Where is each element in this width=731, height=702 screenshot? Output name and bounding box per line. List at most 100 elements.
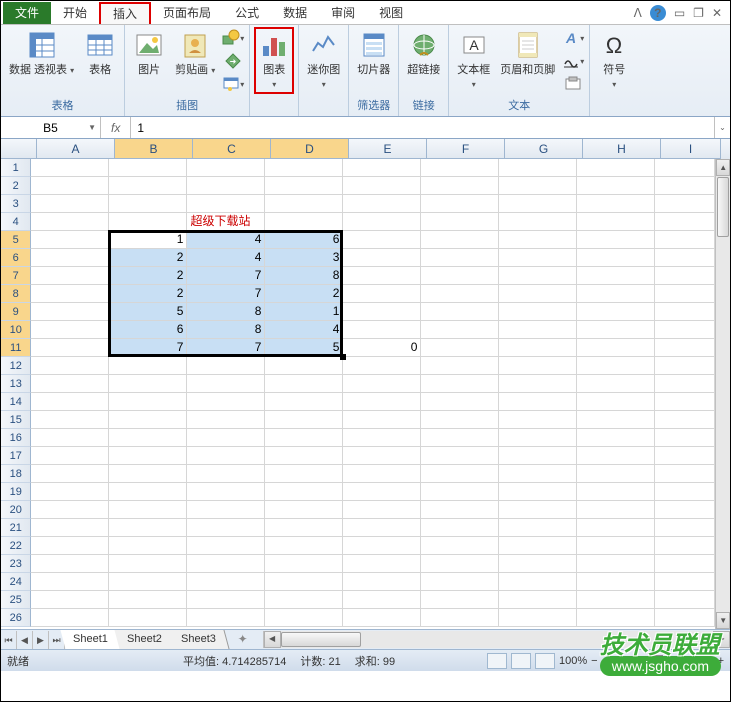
cell-G18[interactable] [499,465,577,483]
cell-G11[interactable] [499,339,577,357]
cell-A12[interactable] [31,357,109,375]
row-header-13[interactable]: 13 [1,375,31,393]
cell-I20[interactable] [655,501,715,519]
picture-button[interactable]: 图片 [129,27,169,79]
cell-C16[interactable] [187,429,265,447]
cell-B22[interactable] [109,537,187,555]
row-header-5[interactable]: 5 [1,231,31,249]
cell-F8[interactable] [421,285,499,303]
signature-button[interactable]: ▾ [561,50,585,72]
cell-C17[interactable] [187,447,265,465]
view-page-break-button[interactable] [535,653,555,669]
cell-F20[interactable] [421,501,499,519]
cell-H3[interactable] [577,195,655,213]
cell-D26[interactable] [265,609,343,627]
cell-E7[interactable] [343,267,421,285]
cell-D25[interactable] [265,591,343,609]
row-header-1[interactable]: 1 [1,159,31,177]
object-button[interactable] [561,73,585,95]
cell-F17[interactable] [421,447,499,465]
cell-B4[interactable] [109,213,187,231]
cell-F14[interactable] [421,393,499,411]
cell-D20[interactable] [265,501,343,519]
cell-H17[interactable] [577,447,655,465]
cell-A19[interactable] [31,483,109,501]
zoom-out-button[interactable]: − [591,655,597,667]
cell-F21[interactable] [421,519,499,537]
col-header-d[interactable]: D [271,139,349,159]
cell-F4[interactable] [421,213,499,231]
cell-D17[interactable] [265,447,343,465]
cell-I15[interactable] [655,411,715,429]
col-header-c[interactable]: C [193,139,271,159]
vertical-scrollbar[interactable]: ▲ ▼ [715,159,730,629]
cell-F15[interactable] [421,411,499,429]
cell-A15[interactable] [31,411,109,429]
row-header-11[interactable]: 11 [1,339,31,357]
cell-A26[interactable] [31,609,109,627]
tab-file[interactable]: 文件 [3,2,51,24]
cell-C11[interactable]: 7 [187,339,265,357]
cell-B11[interactable]: 7 [109,339,187,357]
sparkline-button[interactable]: 迷你图▾ [303,27,344,94]
cell-I8[interactable] [655,285,715,303]
cell-G24[interactable] [499,573,577,591]
cell-G19[interactable] [499,483,577,501]
cell-C6[interactable]: 4 [187,249,265,267]
col-header-i[interactable]: I [661,139,721,159]
sheet-tab-2[interactable]: Sheet2 [114,630,175,649]
cell-E11[interactable]: 0 [343,339,421,357]
cell-I12[interactable] [655,357,715,375]
cell-A17[interactable] [31,447,109,465]
cell-G5[interactable] [499,231,577,249]
cell-G20[interactable] [499,501,577,519]
cell-I10[interactable] [655,321,715,339]
col-header-a[interactable]: A [37,139,115,159]
cell-A25[interactable] [31,591,109,609]
cell-C15[interactable] [187,411,265,429]
cell-I4[interactable] [655,213,715,231]
cell-D4[interactable] [265,213,343,231]
cell-E21[interactable] [343,519,421,537]
cell-H22[interactable] [577,537,655,555]
cell-B21[interactable] [109,519,187,537]
cell-G4[interactable] [499,213,577,231]
cell-F11[interactable] [421,339,499,357]
cell-B2[interactable] [109,177,187,195]
cell-C4[interactable]: 超级下载站 [187,213,265,231]
cell-I16[interactable] [655,429,715,447]
smartart-button[interactable]: ➜ [221,50,245,72]
view-normal-button[interactable] [487,653,507,669]
cell-I17[interactable] [655,447,715,465]
cell-B23[interactable] [109,555,187,573]
cell-G9[interactable] [499,303,577,321]
col-header-b[interactable]: B [115,139,193,159]
cell-D21[interactable] [265,519,343,537]
cell-D19[interactable] [265,483,343,501]
cell-I9[interactable] [655,303,715,321]
cell-G1[interactable] [499,159,577,177]
cell-G7[interactable] [499,267,577,285]
cell-B17[interactable] [109,447,187,465]
sheet-nav-next[interactable]: ▶ [33,631,49,649]
horizontal-scrollbar[interactable]: ◀ ▶ [263,631,730,648]
cell-C14[interactable] [187,393,265,411]
zoom-in-button[interactable]: + [718,655,724,667]
cell-D10[interactable]: 4 [265,321,343,339]
cell-C26[interactable] [187,609,265,627]
shapes-button[interactable]: ▾ [221,27,245,49]
cell-D12[interactable] [265,357,343,375]
cell-G2[interactable] [499,177,577,195]
cell-D22[interactable] [265,537,343,555]
cell-B15[interactable] [109,411,187,429]
sheet-tab-1[interactable]: Sheet1 [60,630,121,649]
cell-I2[interactable] [655,177,715,195]
cell-B9[interactable]: 5 [109,303,187,321]
cell-F1[interactable] [421,159,499,177]
cell-B24[interactable] [109,573,187,591]
cell-C3[interactable] [187,195,265,213]
minimize-ribbon-icon[interactable]: ᐱ [634,6,642,20]
cell-G17[interactable] [499,447,577,465]
cell-F23[interactable] [421,555,499,573]
screenshot-button[interactable]: ▾ [221,73,245,95]
